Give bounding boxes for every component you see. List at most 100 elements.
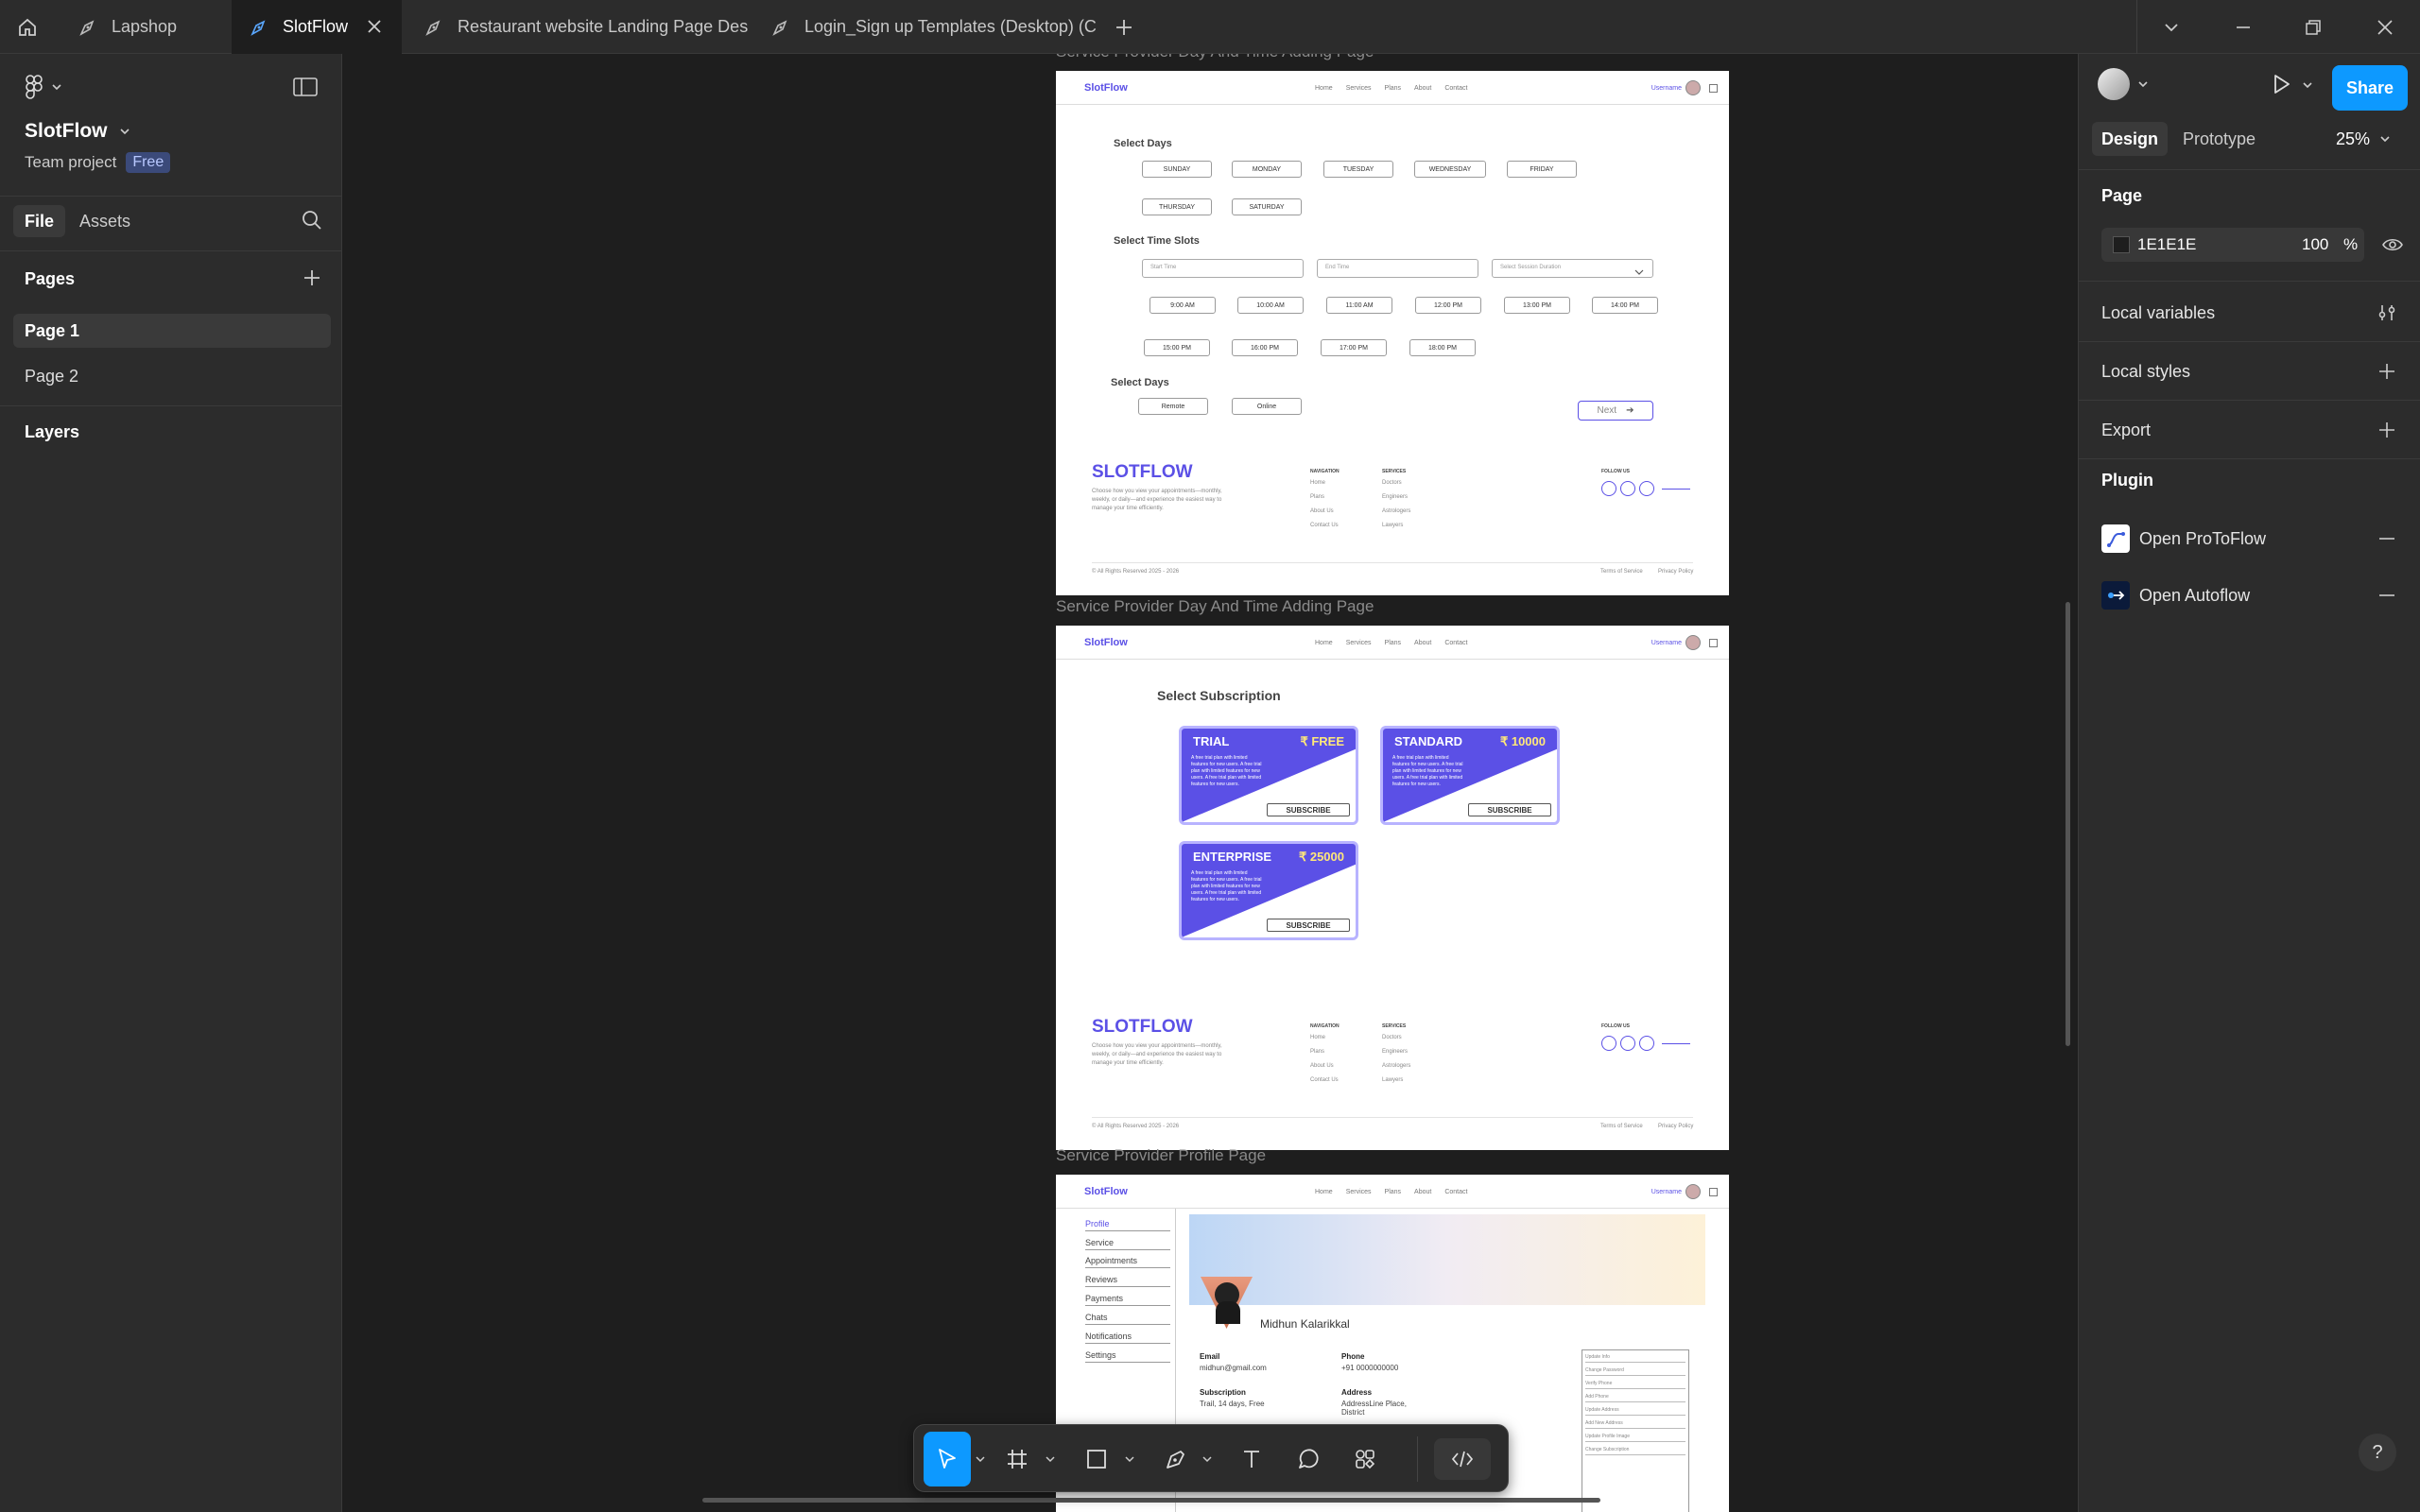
zoom-dropdown[interactable]: 25% <box>2336 122 2391 156</box>
frame-title[interactable]: Service Provider Day And Time Adding Pag… <box>1056 54 1374 61</box>
local-variables-row[interactable]: Local variables <box>2101 294 2397 332</box>
mode-chip[interactable]: Remote <box>1138 398 1208 415</box>
text-tool-button[interactable] <box>1228 1432 1275 1486</box>
footer-nav-link[interactable]: About Us <box>1310 507 1334 516</box>
nav-link[interactable]: Home <box>1315 1189 1333 1195</box>
restore-button[interactable] <box>2299 13 2327 42</box>
logout-icon[interactable] <box>1709 84 1718 93</box>
footer-nav-link[interactable]: Contact Us <box>1310 522 1339 530</box>
opacity-value[interactable]: 100 <box>2302 235 2328 254</box>
shape-tool-dropdown[interactable] <box>1122 1432 1137 1486</box>
color-hex[interactable]: 1E1E1E <box>2137 235 2196 254</box>
action-item[interactable]: Update Profile Image <box>1585 1433 1685 1442</box>
subscribe-button[interactable]: SUBSCRIBE <box>1468 803 1551 816</box>
project-name-menu[interactable]: SlotFlow <box>25 120 130 143</box>
user-menu[interactable] <box>2098 68 2149 100</box>
color-swatch[interactable] <box>2113 236 2130 253</box>
username-link[interactable]: Username <box>1651 85 1682 92</box>
footer-service-link[interactable]: Lawyers <box>1382 1076 1403 1085</box>
time-slot-chip[interactable]: 10:00 AM <box>1237 297 1304 314</box>
footer-nav-link[interactable]: About Us <box>1310 1062 1334 1071</box>
pen-tool-dropdown[interactable] <box>1200 1432 1215 1486</box>
horizontal-scrollbar[interactable] <box>702 1498 1600 1503</box>
footer-nav-link[interactable]: Plans <box>1310 493 1324 502</box>
dev-mode-toggle[interactable] <box>1434 1438 1491 1480</box>
tab-lapshop[interactable]: Lapshop <box>57 0 231 54</box>
frame-subscription[interactable]: SlotFlow Home Services Plans About Conta… <box>1056 626 1729 1150</box>
footer-service-link[interactable]: Engineers <box>1382 1048 1408 1057</box>
plan-card-standard[interactable]: STANDARD ₹ 10000 A free trial plan with … <box>1380 726 1560 825</box>
nav-link[interactable]: Services <box>1346 640 1372 646</box>
action-item[interactable]: Change Subscription <box>1585 1446 1685 1455</box>
day-chip[interactable]: THURSDAY <box>1142 198 1212 215</box>
nav-link[interactable]: Contact <box>1444 640 1467 646</box>
avatar[interactable] <box>1685 635 1701 650</box>
time-slot-chip[interactable]: 9:00 AM <box>1150 297 1216 314</box>
tab-restaurant[interactable]: Restaurant website Landing Page Des <box>403 0 751 54</box>
time-slot-chip[interactable]: 17:00 PM <box>1321 339 1387 356</box>
plan-card-enterprise[interactable]: ENTERPRISE ₹ 25000 A free trial plan wit… <box>1179 841 1358 940</box>
day-chip[interactable]: TUESDAY <box>1323 161 1393 178</box>
nav-link[interactable]: About <box>1414 640 1431 646</box>
minus-icon[interactable] <box>2377 585 2397 606</box>
x-twitter-icon[interactable] <box>1639 481 1654 496</box>
footer-nav-link[interactable]: Plans <box>1310 1048 1324 1057</box>
plus-icon[interactable] <box>2377 361 2397 382</box>
time-slot-chip[interactable]: 14:00 PM <box>1592 297 1658 314</box>
end-time-input[interactable]: End Time <box>1317 259 1478 278</box>
share-button[interactable]: Share <box>2332 65 2408 111</box>
nav-link[interactable]: Plans <box>1385 1189 1402 1195</box>
footer-service-link[interactable]: Doctors <box>1382 1034 1402 1042</box>
nav-link[interactable]: About <box>1414 1189 1431 1195</box>
subscribe-button[interactable]: SUBSCRIBE <box>1267 919 1350 932</box>
add-page-button[interactable] <box>301 266 323 294</box>
action-item[interactable]: Add New Address <box>1585 1419 1685 1429</box>
time-slot-chip[interactable]: 16:00 PM <box>1232 339 1298 356</box>
action-item[interactable]: Update Info <box>1585 1353 1685 1363</box>
tab-slotflow[interactable]: SlotFlow <box>232 0 402 54</box>
username-link[interactable]: Username <box>1651 1189 1682 1195</box>
facebook-icon[interactable] <box>1601 481 1616 496</box>
frame-title[interactable]: Service Provider Profile Page <box>1056 1146 1266 1165</box>
logout-icon[interactable] <box>1709 1188 1718 1196</box>
comment-tool-button[interactable] <box>1285 1432 1332 1486</box>
time-slot-chip[interactable]: 18:00 PM <box>1409 339 1476 356</box>
day-chip[interactable]: SATURDAY <box>1232 198 1302 215</box>
plus-icon[interactable] <box>2377 420 2397 440</box>
pen-tool-button[interactable] <box>1152 1432 1200 1486</box>
present-button[interactable] <box>2270 73 2292 100</box>
page-color-field[interactable]: 1E1E1E 100 % <box>2101 228 2364 262</box>
terms-link[interactable]: Terms of Service <box>1600 1123 1643 1131</box>
footer-service-link[interactable]: Engineers <box>1382 493 1408 502</box>
footer-service-link[interactable]: Doctors <box>1382 479 1402 488</box>
time-slot-chip[interactable]: 12:00 PM <box>1415 297 1481 314</box>
toggle-sidebar-button[interactable] <box>293 77 318 102</box>
nav-link[interactable]: Home <box>1315 85 1333 92</box>
profile-nav-item[interactable]: Reviews <box>1085 1274 1170 1287</box>
footer-nav-link[interactable]: Home <box>1310 1034 1325 1042</box>
minimize-button[interactable] <box>2229 13 2257 42</box>
footer-nav-link[interactable]: Contact Us <box>1310 1076 1339 1085</box>
instagram-icon[interactable] <box>1620 481 1635 496</box>
tab-login-templates[interactable]: Login_Sign up Templates (Desktop) (C <box>752 0 1099 54</box>
logout-icon[interactable] <box>1709 639 1718 647</box>
shape-tool-button[interactable] <box>1073 1432 1120 1486</box>
day-chip[interactable]: SUNDAY <box>1142 161 1212 178</box>
actions-tool-button[interactable] <box>1341 1432 1389 1486</box>
frame-title[interactable]: Service Provider Day And Time Adding Pag… <box>1056 597 1374 616</box>
subscribe-button[interactable]: SUBSCRIBE <box>1267 803 1350 816</box>
action-item[interactable]: Update Address <box>1585 1406 1685 1416</box>
sliders-icon[interactable] <box>2377 302 2397 323</box>
action-item[interactable]: Verify Phone <box>1585 1380 1685 1389</box>
present-dropdown[interactable] <box>2302 78 2313 95</box>
main-menu-button[interactable] <box>25 75 62 99</box>
close-window-button[interactable] <box>2371 13 2399 42</box>
visibility-toggle[interactable] <box>2381 233 2404 261</box>
profile-nav-item[interactable]: Payments <box>1085 1293 1170 1306</box>
close-icon[interactable] <box>364 16 385 37</box>
tabs-dropdown-button[interactable] <box>2157 13 2186 42</box>
terms-link[interactable]: Terms of Service <box>1600 568 1643 576</box>
nav-link[interactable]: About <box>1414 85 1431 92</box>
footer-service-link[interactable]: Lawyers <box>1382 522 1403 530</box>
facebook-icon[interactable] <box>1601 1036 1616 1051</box>
